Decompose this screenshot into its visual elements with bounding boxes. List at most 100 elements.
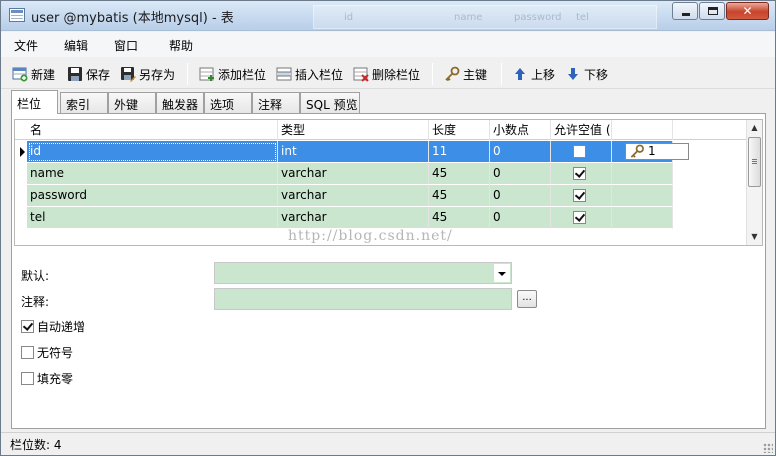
comment-ellipsis-button[interactable]: ... (517, 290, 537, 308)
table-row[interactable]: id int 11 0 1 (15, 141, 748, 163)
menu-window[interactable]: 窗口 (114, 37, 138, 54)
cell-key (612, 207, 673, 229)
key-icon (630, 144, 644, 158)
fields-grid: 名 类型 长度 小数点 允许空值 ( id int 11 0 1 name va… (14, 119, 763, 246)
chevron-down-icon[interactable] (494, 264, 510, 282)
ghost-text: id (344, 12, 354, 23)
tab-options[interactable]: 选项 (204, 92, 252, 114)
save-as-label: 另存为 (139, 67, 176, 82)
insert-field-button[interactable]: 插入栏位 (276, 65, 343, 83)
tab-indexes[interactable]: 索引 (60, 92, 108, 114)
field-count: 栏位数: 4 (10, 438, 62, 452)
header-length[interactable]: 长度 (429, 120, 490, 140)
background-window-ghost: id name password tel (313, 5, 657, 29)
header-name[interactable]: 名 (27, 120, 278, 140)
cell-nullable (551, 141, 612, 163)
table-designer-window: user @mybatis (本地mysql) - 表 id name pass… (0, 0, 776, 456)
tab-triggers[interactable]: 触发器 (156, 92, 204, 114)
status-bar: 栏位数: 4 (1, 432, 775, 455)
auto-increment-label: 自动递增 (37, 319, 86, 334)
primary-key-button[interactable]: 主键 (444, 65, 487, 83)
zerofill-option[interactable]: 填充零 (21, 370, 73, 386)
nullable-checkbox[interactable] (573, 189, 586, 202)
cell-key: 1 (612, 141, 689, 163)
cell-length[interactable]: 45 (429, 185, 490, 207)
tab-foreign-keys[interactable]: 外键 (108, 92, 156, 114)
delete-field-button[interactable]: 删除栏位 (353, 65, 420, 83)
cell-decimals[interactable]: 0 (490, 163, 551, 185)
add-field-icon (199, 67, 214, 81)
save-label: 保存 (86, 67, 111, 82)
maximize-button[interactable] (699, 2, 725, 20)
scroll-up-icon[interactable]: ▲ (747, 120, 762, 136)
add-field-label: 添加栏位 (218, 67, 267, 82)
nullable-checkbox[interactable] (573, 145, 586, 158)
cell-decimals[interactable]: 0 (490, 185, 551, 207)
unsigned-checkbox[interactable] (21, 345, 34, 359)
comment-field[interactable] (214, 288, 512, 310)
new-label: 新建 (31, 67, 56, 82)
auto-increment-checkbox[interactable] (21, 319, 34, 333)
arrow-up-icon (515, 68, 525, 80)
toolbar-separator (501, 63, 502, 85)
save-button[interactable]: 保存 (67, 65, 110, 83)
tab-fields[interactable]: 栏位 (11, 90, 58, 114)
tab-sql-preview[interactable]: SQL 预览 (300, 92, 360, 114)
maximize-icon (708, 7, 718, 15)
cell-type[interactable]: varchar (278, 185, 429, 207)
save-as-icon (121, 67, 136, 82)
menu-edit[interactable]: 编辑 (64, 37, 88, 54)
table-row[interactable]: password varchar 45 0 (15, 185, 748, 207)
menu-file[interactable]: 文件 (14, 37, 38, 54)
header-key (612, 120, 673, 140)
scroll-down-icon[interactable]: ▼ (747, 229, 762, 245)
cell-type[interactable]: varchar (278, 163, 429, 185)
header-type[interactable]: 类型 (278, 120, 429, 140)
default-select[interactable] (214, 262, 512, 284)
table-icon (9, 8, 25, 22)
cell-length[interactable]: 45 (429, 163, 490, 185)
menu-help[interactable]: 帮助 (169, 37, 193, 54)
unsigned-option[interactable]: 无符号 (21, 344, 73, 360)
cell-type[interactable]: varchar (278, 207, 429, 229)
minimize-icon (682, 13, 690, 16)
cell-name[interactable]: password (27, 185, 278, 207)
cell-length[interactable]: 11 (429, 141, 490, 163)
zerofill-checkbox[interactable] (21, 371, 34, 385)
header-decimals[interactable]: 小数点 (490, 120, 551, 140)
key-icon (445, 66, 460, 82)
zerofill-label: 填充零 (37, 371, 74, 386)
header-nullable[interactable]: 允许空值 ( (551, 120, 612, 140)
nullable-checkbox[interactable] (573, 211, 586, 224)
save-as-button[interactable]: 另存为 (120, 65, 175, 83)
move-up-button[interactable]: 上移 (512, 65, 555, 83)
minimize-button[interactable] (672, 2, 698, 20)
primary-key-badge: 1 (625, 143, 689, 160)
table-row[interactable]: name varchar 45 0 (15, 163, 748, 185)
auto-increment-option[interactable]: 自动递增 (21, 318, 85, 334)
scroll-thumb[interactable] (748, 137, 761, 187)
cell-type[interactable]: int (278, 141, 429, 163)
cell-name[interactable]: id (27, 141, 278, 163)
table-row[interactable]: tel varchar 45 0 (15, 207, 748, 229)
nullable-checkbox[interactable] (573, 167, 586, 180)
insert-field-icon (276, 67, 292, 81)
toolbar-separator (187, 63, 188, 85)
add-field-button[interactable]: 添加栏位 (199, 65, 266, 83)
cell-decimals[interactable]: 0 (490, 207, 551, 229)
close-button[interactable]: ✕ (726, 2, 769, 20)
cell-name[interactable]: name (27, 163, 278, 185)
move-down-button[interactable]: 下移 (565, 65, 608, 83)
grid-scrollbar[interactable]: ▲ ▼ (746, 120, 762, 245)
cell-decimals[interactable]: 0 (490, 141, 551, 163)
title-bar[interactable]: user @mybatis (本地mysql) - 表 id name pass… (1, 1, 775, 31)
move-up-label: 上移 (531, 67, 556, 82)
resize-grip-icon[interactable] (763, 443, 773, 453)
cell-length[interactable]: 45 (429, 207, 490, 229)
watermark: http://blog.csdn.net/ (288, 228, 453, 244)
cell-nullable (551, 185, 612, 207)
new-button[interactable]: 新建 (12, 65, 55, 83)
move-down-label: 下移 (584, 67, 609, 82)
cell-name[interactable]: tel (27, 207, 278, 229)
tab-comment[interactable]: 注释 (252, 92, 300, 114)
